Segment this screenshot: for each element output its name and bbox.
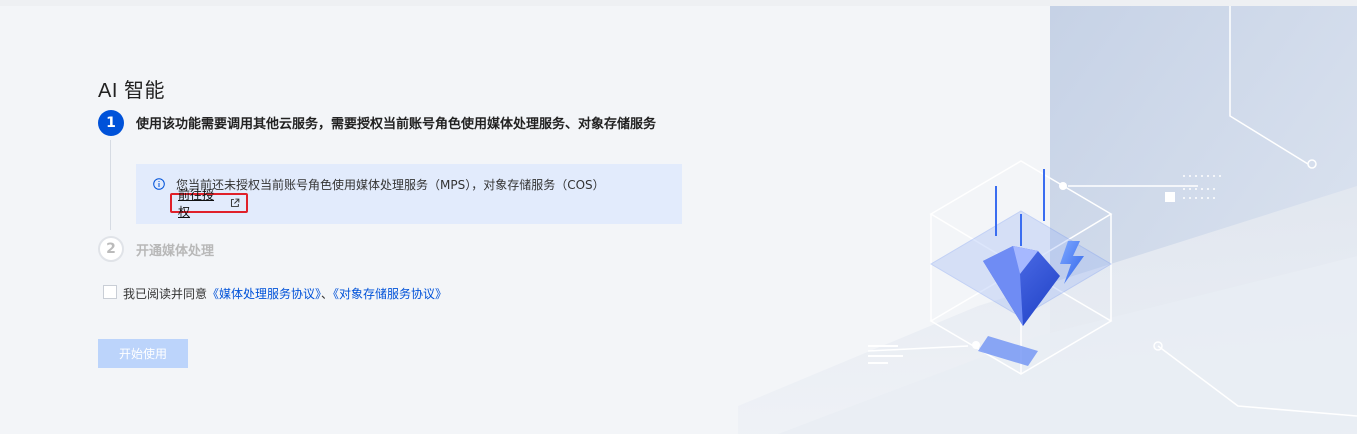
ai-illustration: [738, 6, 1357, 434]
info-icon: [153, 178, 165, 190]
step-1-indicator: 1: [98, 110, 124, 136]
agreement-separator: 、: [321, 287, 334, 301]
step-connector: [110, 140, 111, 230]
step-1-label: 使用该功能需要调用其他云服务，需要授权当前账号角色使用媒体处理服务、对象存储服务: [136, 117, 657, 132]
step-2-indicator: 2: [98, 236, 124, 262]
mps-agreement-link[interactable]: 《媒体处理服务协议》: [207, 287, 321, 301]
authorization-notice: 您当前还未授权当前账号角色使用媒体处理服务（MPS），对象存储服务（COS） 前…: [136, 164, 682, 224]
authorize-link-label[interactable]: 前往授权: [178, 186, 225, 220]
cos-agreement-link[interactable]: 《对象存储服务协议》: [333, 287, 447, 301]
agreement-prefix: 我已阅读并同意: [123, 287, 208, 301]
agreement-checkbox[interactable]: [103, 285, 117, 299]
external-link-icon[interactable]: [230, 198, 240, 208]
start-button[interactable]: 开始使用: [98, 339, 188, 368]
step-2-label: 开通媒体处理: [136, 244, 215, 259]
agreement-text: 我已阅读并同意《媒体处理服务协议》、《对象存储服务协议》: [123, 285, 447, 302]
notice-text: 您当前还未授权当前账号角色使用媒体处理服务（MPS），对象存储服务（COS）: [176, 178, 605, 192]
authorize-link[interactable]: 前往授权: [170, 188, 248, 219]
page-title: AI 智能: [98, 80, 165, 102]
